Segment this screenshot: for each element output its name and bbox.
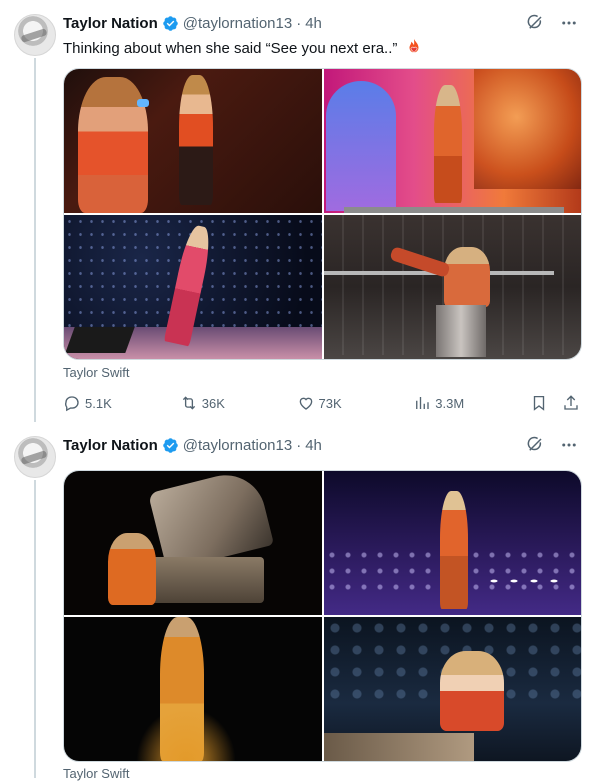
photo-performance-7[interactable]: [64, 617, 322, 761]
views-button[interactable]: 3.3M: [413, 394, 530, 412]
share-button[interactable]: [562, 394, 580, 412]
photo-performance-2[interactable]: [324, 69, 581, 213]
grok-icon[interactable]: [526, 14, 544, 32]
author-handle[interactable]: @taylornation13: [183, 437, 292, 454]
tweet-text-body: Thinking about when she said “See you ne…: [63, 40, 398, 57]
repost-count: 36K: [201, 395, 225, 411]
tweet-text: Thinking about when she said “See you ne…: [63, 38, 423, 60]
separator: ·: [296, 14, 302, 32]
more-icon[interactable]: [560, 436, 578, 454]
tweet-header: Taylor Nation @taylornation13 · 4h: [63, 13, 322, 33]
timestamp[interactable]: 4h: [305, 437, 322, 454]
repost-icon: [182, 396, 195, 410]
photo-performance-3[interactable]: [64, 215, 322, 359]
tweet[interactable]: Taylor Nation @taylornation13 · 4h Taylo…: [0, 430, 592, 781]
reply-icon: [65, 396, 79, 412]
bookmark-icon: [533, 395, 545, 411]
action-bar: 5.1K 36K 73K 3.3M: [63, 393, 580, 413]
media-grid: [63, 470, 582, 762]
repost-button[interactable]: 36K: [180, 394, 297, 412]
media-grid: [63, 68, 582, 360]
photo-performance-5[interactable]: [64, 471, 322, 615]
avatar[interactable]: [14, 436, 56, 478]
header-actions: [526, 14, 578, 32]
reply-count: 5.1K: [85, 395, 112, 411]
verified-badge-icon: [162, 15, 179, 32]
media-caption[interactable]: Taylor Swift: [63, 766, 129, 781]
bookmark-button[interactable]: [530, 394, 548, 412]
photo-performance-8[interactable]: [324, 617, 581, 761]
share-icon: [564, 395, 578, 410]
more-icon[interactable]: [560, 14, 578, 32]
like-count: 73K: [318, 395, 342, 411]
avatar[interactable]: [14, 14, 56, 56]
author-name[interactable]: Taylor Nation: [63, 437, 158, 454]
photo-performance-1[interactable]: [64, 69, 322, 213]
media-caption[interactable]: Taylor Swift: [63, 365, 129, 380]
fire-heart-emoji: [405, 38, 423, 60]
tweet-header: Taylor Nation @taylornation13 · 4h: [63, 435, 322, 455]
views-icon: [416, 397, 429, 409]
header-actions: [526, 436, 578, 454]
like-button[interactable]: 73K: [297, 394, 414, 412]
verified-badge-icon: [162, 437, 179, 454]
author-handle[interactable]: @taylornation13: [183, 15, 292, 32]
timestamp[interactable]: 4h: [305, 15, 322, 32]
reply-button[interactable]: 5.1K: [63, 394, 180, 412]
separator: ·: [296, 436, 302, 454]
author-name[interactable]: Taylor Nation: [63, 15, 158, 32]
like-icon: [299, 397, 312, 410]
grok-icon[interactable]: [526, 436, 544, 454]
photo-performance-4[interactable]: [324, 215, 581, 359]
tweet[interactable]: Taylor Nation @taylornation13 · 4h Think…: [0, 0, 592, 430]
views-count: 3.3M: [435, 395, 465, 411]
photo-performance-6[interactable]: [324, 471, 581, 615]
